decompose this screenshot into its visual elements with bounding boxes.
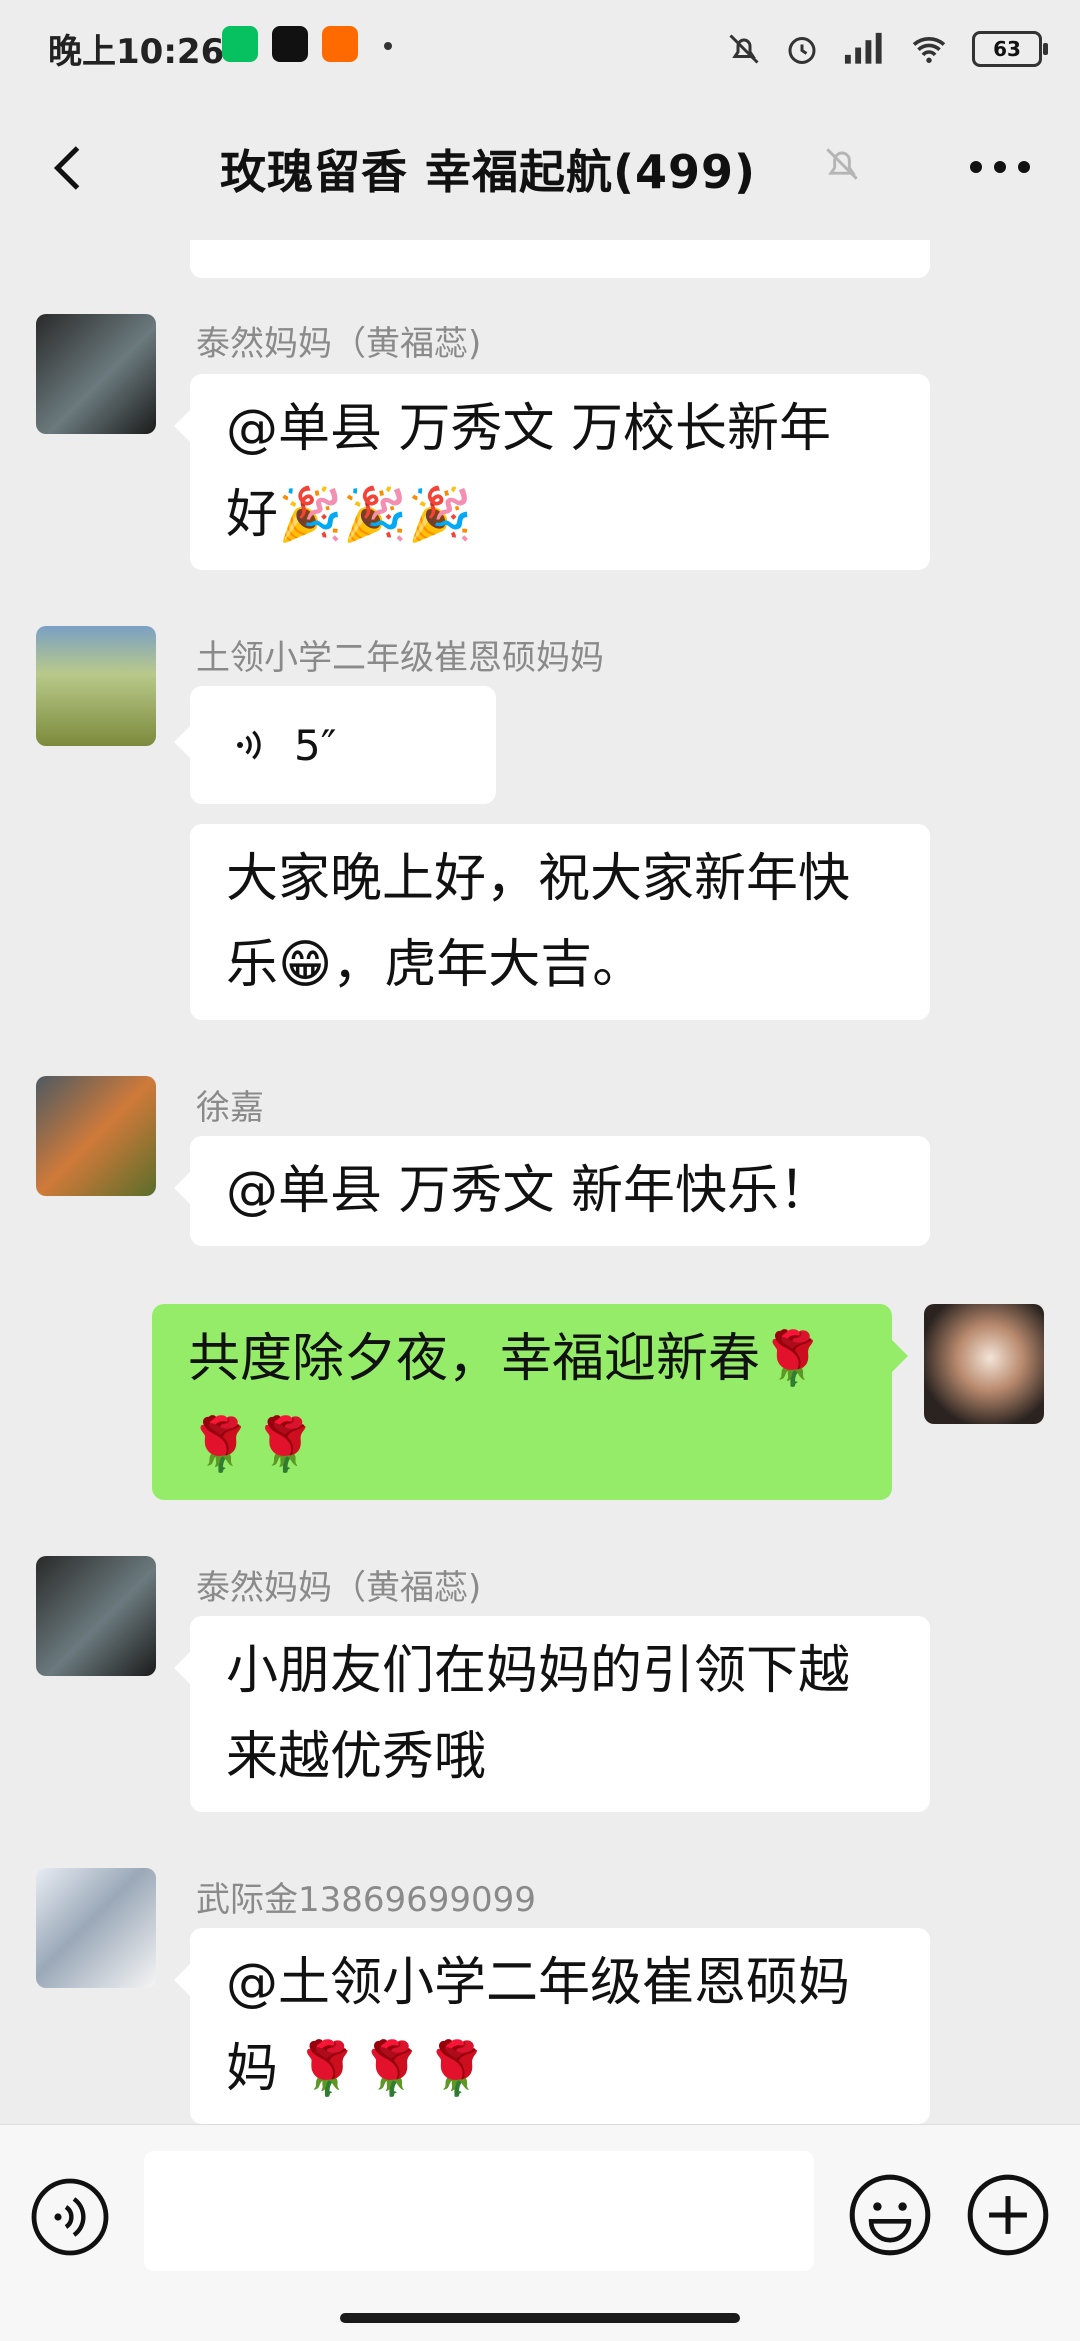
- sender-name: 土领小学二年级崔恩硕妈妈: [196, 638, 604, 678]
- dot-icon: [384, 42, 392, 50]
- bell-mute-icon: [826, 148, 858, 180]
- mute-icon: [729, 34, 759, 64]
- tiktok-icon: [272, 26, 308, 62]
- back-icon[interactable]: [40, 138, 100, 198]
- sender-name: 徐嘉: [196, 1088, 264, 1128]
- sender-name: 泰然妈妈（黄福蕊): [196, 324, 482, 364]
- taobao-icon: [322, 26, 358, 62]
- voice-input-icon[interactable]: [30, 2177, 110, 2257]
- status-time: 晚上10:26: [48, 32, 225, 72]
- my-message-bubble[interactable]: 共度除夕夜，幸福迎新春🌹 🌹🌹: [152, 1304, 908, 1500]
- message-bubble[interactable]: 大家晚上好，祝大家新年快 乐😁，虎年大吉。: [190, 824, 930, 1020]
- more-icon[interactable]: [960, 142, 1040, 192]
- signal-icon: [844, 32, 882, 64]
- message-bubble-partial[interactable]: [190, 240, 930, 278]
- battery-icon: 63: [972, 31, 1048, 67]
- message-bubble[interactable]: 小朋友们在妈妈的引领下越 来越优秀哦: [174, 1616, 930, 1812]
- avatar[interactable]: [36, 626, 156, 746]
- plus-icon[interactable]: [966, 2173, 1050, 2257]
- status-bar: 晚上10:26 63: [0, 0, 1080, 98]
- message-input[interactable]: [144, 2151, 814, 2271]
- chat-header: 玫瑰留香 幸福起航(499): [0, 98, 1080, 240]
- avatar[interactable]: [36, 1556, 156, 1676]
- input-bar: [0, 2124, 1080, 2341]
- alarm-icon: [788, 37, 816, 64]
- message-bubble[interactable]: @单县 万秀文 新年快乐！: [174, 1136, 930, 1246]
- voice-message[interactable]: 5″: [174, 686, 496, 804]
- wifi-icon: [912, 37, 946, 63]
- my-avatar[interactable]: [924, 1304, 1044, 1424]
- home-indicator: [340, 2313, 740, 2323]
- message-bubble[interactable]: @单县 万秀文 万校长新年 好🎉🎉🎉: [174, 374, 930, 570]
- avatar[interactable]: [36, 1076, 156, 1196]
- chat-title: 玫瑰留香 幸福起航(499): [220, 145, 757, 199]
- wechat-icon: [222, 26, 258, 62]
- chat-list[interactable]: 泰然妈妈（黄福蕊) @单县 万秀文 万校长新年 好🎉🎉🎉 土领小学二年级崔恩硕妈…: [0, 240, 1080, 2124]
- sender-name: 泰然妈妈（黄福蕊): [196, 1568, 482, 1608]
- avatar[interactable]: [36, 314, 156, 434]
- sender-name: 武际金13869699099: [196, 1880, 536, 1920]
- message-bubble[interactable]: @土领小学二年级崔恩硕妈 妈 🌹🌹🌹: [174, 1928, 930, 2124]
- voice-wave-icon: [237, 730, 261, 760]
- avatar[interactable]: [36, 1868, 156, 1988]
- voice-duration: 5″: [294, 720, 337, 770]
- emoji-icon[interactable]: [848, 2173, 932, 2257]
